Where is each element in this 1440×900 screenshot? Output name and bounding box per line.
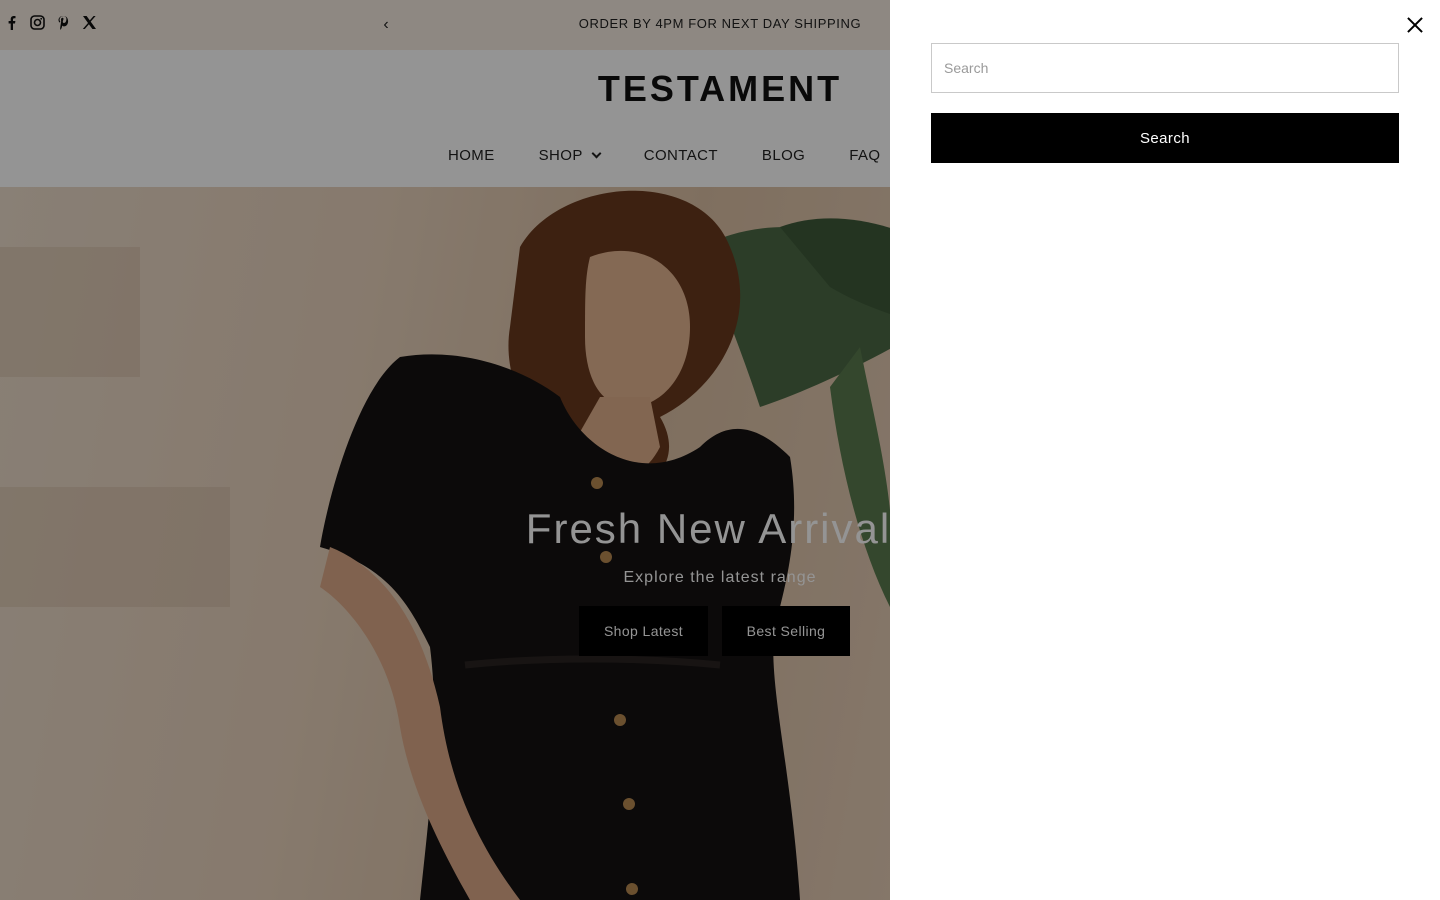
search-submit-button[interactable]: Search — [931, 113, 1399, 163]
close-icon[interactable] — [1404, 14, 1426, 36]
search-input[interactable] — [931, 43, 1399, 93]
search-drawer: Search — [890, 0, 1440, 900]
